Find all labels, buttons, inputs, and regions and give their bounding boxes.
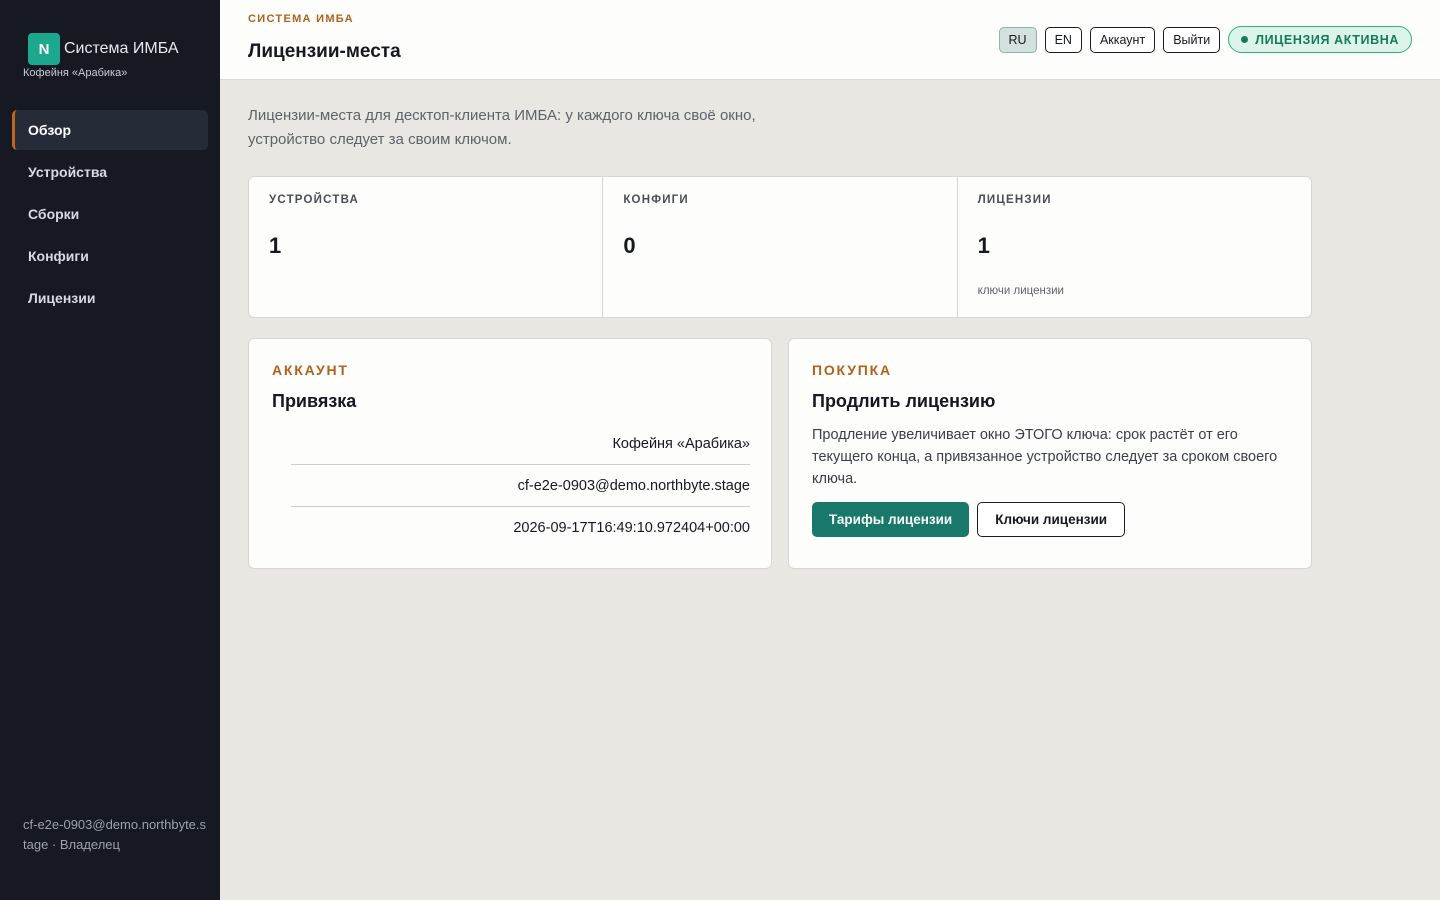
brand-logo: N — [28, 33, 60, 65]
stat-configs: КОНФИГИ 0 — [603, 177, 958, 317]
stat-value: 0 — [623, 233, 636, 258]
brand-name: Система ИМБА — [64, 40, 179, 57]
license-keys-button[interactable]: Ключи лицензии — [977, 502, 1126, 537]
lang-en-button[interactable]: EN — [1044, 26, 1082, 53]
card-title: Привязка — [272, 391, 357, 411]
header-eyebrow: СИСТЕМА ИМБА — [248, 13, 354, 25]
user-info: cf-e2e-0903@demo.northbyte.stage · Владе… — [23, 817, 207, 852]
logout-button[interactable]: Выйти — [1163, 26, 1221, 53]
account-button[interactable]: Аккаунт — [1089, 26, 1156, 53]
stat-label: КОНФИГИ — [623, 194, 689, 206]
binding-org: Кофейня «Арабика» — [291, 423, 750, 465]
header-actions: RU EN Аккаунт Выйти ЛИЦЕНЗИЯ АКТИВНА — [998, 26, 1412, 53]
purchase-card: ПОКУПКА Продлить лицензию Продление увел… — [788, 338, 1312, 569]
stats-panel: УСТРОЙСТВА 1 КОНФИГИ 0 ЛИЦЕНЗИИ 1 ключи … — [248, 176, 1312, 318]
license-status-badge: ЛИЦЕНЗИЯ АКТИВНА — [1228, 26, 1412, 53]
sidebar-item-licenses[interactable]: Лицензии — [12, 278, 208, 318]
sidebar: N Система ИМБА Кофейня «Арабика» Обзор У… — [0, 0, 220, 900]
binding-details: Кофейня «Арабика» cf-e2e-0903@demo.north… — [291, 423, 750, 549]
card-actions: Тарифы лицензии Ключи лицензии — [812, 502, 1126, 537]
stat-note: ключи лицензии — [977, 285, 1064, 297]
sidebar-item-devices[interactable]: Устройства — [12, 152, 208, 192]
card-title: Продлить лицензию — [812, 391, 996, 411]
lang-ru-button[interactable]: RU — [998, 26, 1037, 53]
binding-email: cf-e2e-0903@demo.northbyte.stage — [291, 465, 750, 507]
page-header: СИСТЕМА ИМБА Лицензии-места RU EN Аккаун… — [220, 0, 1440, 80]
status-dot-icon — [1241, 36, 1249, 43]
binding-timestamp: 2026-09-17T16:49:10.972404+00:00 — [513, 520, 750, 536]
organization-name: Кофейня «Арабика» — [23, 67, 128, 79]
license-status-text: ЛИЦЕНЗИЯ АКТИВНА — [1255, 32, 1399, 47]
sidebar-item-builds[interactable]: Сборки — [12, 194, 208, 234]
card-eyebrow: АККАУНТ — [272, 362, 349, 378]
stat-value: 1 — [977, 233, 990, 258]
stat-label: УСТРОЙСТВА — [269, 194, 360, 206]
page-title: Лицензии-места — [248, 41, 401, 62]
stat-value: 1 — [269, 233, 282, 258]
account-card: АККАУНТ Привязка Кофейня «Арабика» cf-e2… — [248, 338, 772, 569]
sidebar-item-overview[interactable]: Обзор — [12, 110, 208, 150]
sidebar-nav: Обзор Устройства Сборки Конфиги Лицензии — [12, 110, 208, 320]
brand[interactable]: N Система ИМБА — [28, 33, 179, 65]
intro-text: Лицензии-места для десктоп-клиента ИМБА:… — [248, 107, 756, 148]
stat-licenses: ЛИЦЕНЗИИ 1 ключи лицензии — [958, 177, 1311, 317]
license-plans-button[interactable]: Тарифы лицензии — [812, 502, 970, 537]
sidebar-item-configs[interactable]: Конфиги — [12, 236, 208, 276]
card-eyebrow: ПОКУПКА — [812, 362, 892, 378]
stat-label: ЛИЦЕНЗИИ — [977, 194, 1052, 206]
renewal-description: Продление увеличивает окно ЭТОГО ключа: … — [812, 427, 1278, 487]
stat-devices: УСТРОЙСТВА 1 — [249, 177, 604, 317]
